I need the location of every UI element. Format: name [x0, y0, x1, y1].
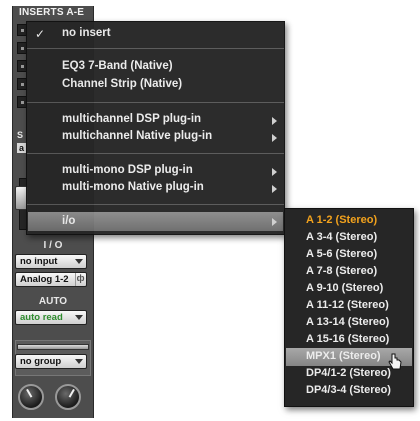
- submenu-item-a7-8[interactable]: A 7-8 (Stereo): [306, 265, 377, 277]
- automation-mode-value: auto read: [20, 312, 63, 323]
- menu-item-io[interactable]: i/o: [62, 215, 75, 227]
- submenu-arrow-icon: [272, 218, 277, 226]
- submenu-arrow-icon: [272, 185, 277, 193]
- slot-dot: [21, 29, 24, 32]
- menu-separator: [27, 153, 284, 154]
- group-bar: [17, 344, 89, 350]
- pan-knob-right[interactable]: [55, 384, 81, 410]
- menu-separator: [27, 102, 284, 103]
- io-label: I / O: [43, 240, 63, 251]
- insert-menu: ✓ no insert EQ3 7-Band (Native) Channel …: [26, 21, 285, 235]
- submenu-item-a3-4[interactable]: A 3-4 (Stereo): [306, 231, 377, 243]
- chevron-down-icon: [75, 359, 83, 364]
- submenu-item-dp4-3-4[interactable]: DP4/3-4 (Stereo): [306, 384, 391, 396]
- slot-dot: [21, 65, 24, 68]
- menu-item-channel-strip[interactable]: Channel Strip (Native): [62, 78, 182, 90]
- input-selector[interactable]: no input: [15, 254, 87, 269]
- chevron-down-icon: [75, 315, 83, 320]
- knob-needle: [26, 388, 33, 398]
- submenu-arrow-icon: [272, 117, 277, 125]
- submenu-item-a11-12[interactable]: A 11-12 (Stereo): [306, 299, 389, 311]
- slot-dot: [21, 47, 24, 50]
- menu-item-multimono-dsp[interactable]: multi-mono DSP plug-in: [62, 164, 193, 176]
- send-letter: S: [17, 130, 24, 140]
- io-submenu: A 1-2 (Stereo) A 3-4 (Stereo) A 5-6 (Ste…: [284, 208, 414, 407]
- group-selector[interactable]: no group: [15, 354, 87, 369]
- check-icon: ✓: [35, 27, 46, 41]
- menu-item-multichannel-native[interactable]: multichannel Native plug-in: [62, 130, 212, 142]
- submenu-arrow-icon: [272, 168, 277, 176]
- pan-knob-left[interactable]: [18, 384, 44, 410]
- submenu-item-a13-14[interactable]: A 13-14 (Stereo): [306, 316, 389, 328]
- menu-item-no-insert[interactable]: no insert: [62, 27, 111, 39]
- menu-separator: [27, 48, 284, 49]
- menu-separator: [27, 204, 284, 205]
- input-value: no input: [20, 256, 58, 267]
- submenu-item-a9-10[interactable]: A 9-10 (Stereo): [306, 282, 383, 294]
- submenu-item-a5-6[interactable]: A 5-6 (Stereo): [306, 248, 377, 260]
- phase-icon: ф: [75, 273, 85, 286]
- submenu-item-dp4-1-2[interactable]: DP4/1-2 (Stereo): [306, 367, 391, 379]
- submenu-item-mpx1[interactable]: MPX1 (Stereo): [306, 350, 381, 362]
- hand-cursor-icon: [388, 353, 402, 370]
- submenu-item-a1-2[interactable]: A 1-2 (Stereo): [306, 214, 377, 226]
- output-value: Analog 1-2: [20, 274, 69, 285]
- auto-label: AUTO: [38, 296, 68, 307]
- submenu-item-a15-16[interactable]: A 15-16 (Stereo): [306, 333, 389, 345]
- knob-needle: [68, 388, 75, 398]
- menu-item-eq3[interactable]: EQ3 7-Band (Native): [62, 60, 173, 72]
- automation-mode-selector[interactable]: auto read: [15, 310, 87, 325]
- group-value: no group: [20, 356, 62, 367]
- output-selector[interactable]: Analog 1-2 ф: [15, 272, 87, 287]
- menu-item-multichannel-dsp[interactable]: multichannel DSP plug-in: [62, 113, 201, 125]
- chevron-down-icon: [75, 259, 83, 264]
- slot-dot: [21, 101, 24, 104]
- send-slot-letter[interactable]: a: [17, 143, 27, 153]
- slot-dot: [21, 83, 24, 86]
- inserts-title: INSERTS A-E: [19, 7, 85, 18]
- submenu-arrow-icon: [272, 134, 277, 142]
- menu-item-multimono-native[interactable]: multi-mono Native plug-in: [62, 181, 204, 193]
